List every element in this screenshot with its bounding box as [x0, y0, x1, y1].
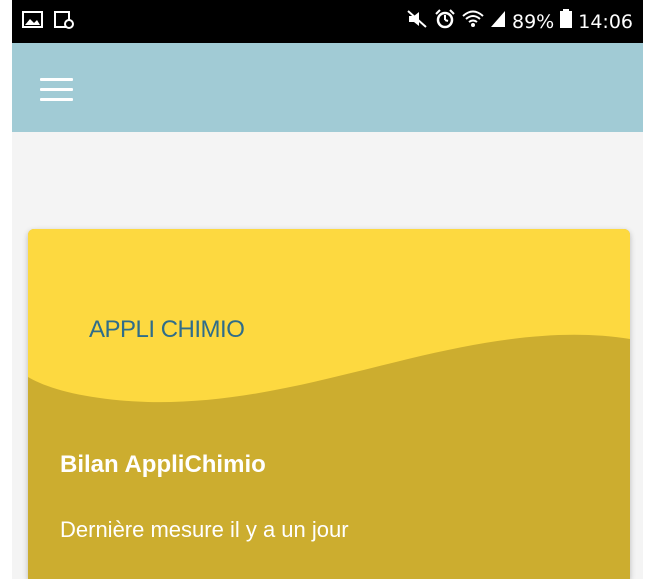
hamburger-menu-icon[interactable] [40, 74, 76, 102]
screen: 89% 14:06 APPLI CHIMIO Bilan AppliChimio [0, 0, 649, 579]
alarm-icon [434, 9, 456, 34]
status-right-icons: 89% 14:06 [406, 0, 633, 43]
card-subtitle: Dernière mesure il y a un jour [60, 517, 349, 542]
screenshot-icon [54, 10, 74, 35]
wifi-icon [462, 9, 484, 34]
status-bar: 89% 14:06 [12, 0, 643, 43]
signal-icon [490, 9, 506, 34]
mute-icon [406, 9, 428, 34]
bilan-card[interactable]: APPLI CHIMIO Bilan AppliChimio Dernière … [28, 229, 630, 579]
status-left-icons [22, 10, 74, 35]
battery-icon [560, 9, 573, 34]
status-time: 14:06 [578, 10, 633, 33]
app-bar [12, 43, 643, 132]
image-icon [22, 10, 44, 35]
battery-percent: 89% [512, 10, 555, 33]
card-title: Bilan AppliChimio [60, 451, 266, 478]
appli-chimio-logo: APPLI CHIMIO [89, 316, 245, 343]
